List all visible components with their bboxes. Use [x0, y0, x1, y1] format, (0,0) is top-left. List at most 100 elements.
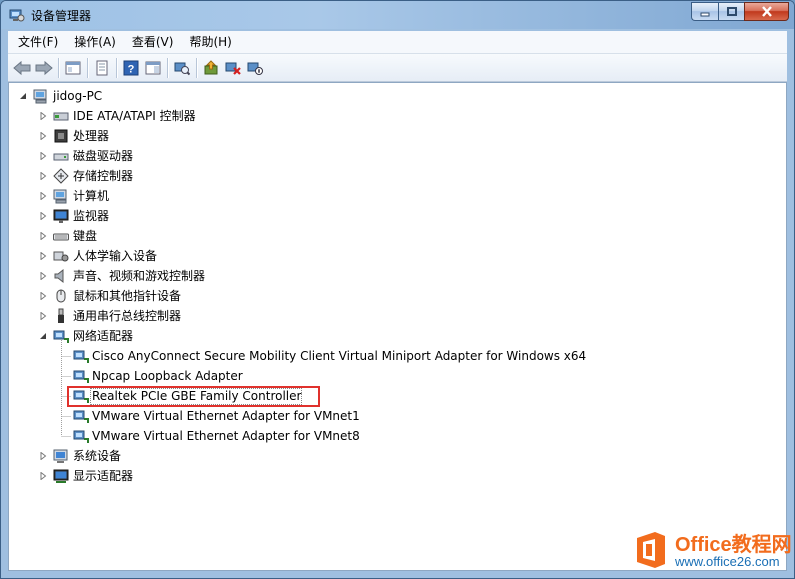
- minimize-icon: [700, 12, 710, 16]
- watermark: Office教程网 www.office26.com: [633, 528, 793, 573]
- properties-icon: [96, 60, 108, 75]
- tree-item-label: VMware Virtual Ethernet Adapter for VMne…: [92, 409, 360, 423]
- watermark-url: www.office26.com: [675, 554, 780, 569]
- tree-item-label: 网络适配器: [73, 329, 134, 343]
- device-manager-window: 设备管理器 文件(F) 操作(A) 查看(V) 帮助(H) ? jidog-PC…: [0, 0, 795, 579]
- uninstall-icon: [225, 62, 241, 75]
- office-logo-icon: [637, 532, 665, 568]
- network-adapter-icon: [73, 370, 89, 383]
- tree-item-label: Cisco AnyConnect Secure Mobility Client …: [92, 349, 587, 363]
- tree-item-label: 系统设备: [73, 449, 122, 463]
- collapsed-arrow-icon: [40, 112, 47, 120]
- device-manager-icon: [9, 9, 25, 22]
- collapsed-arrow-icon: [40, 192, 47, 200]
- network-adapter-icon: [53, 330, 69, 343]
- tree-item-label: 鼠标和其他指针设备: [73, 289, 182, 303]
- maximize-icon: [726, 6, 737, 16]
- scan-hardware-button[interactable]: [171, 57, 193, 79]
- display-adapter-icon: [53, 469, 69, 483]
- collapsed-arrow-icon: [40, 472, 47, 480]
- minimize-button[interactable]: [691, 2, 718, 21]
- maximize-button[interactable]: [718, 2, 744, 21]
- watermark-brand: Office教程网: [675, 534, 792, 556]
- close-icon: [761, 6, 772, 17]
- toolbar-separator: [58, 57, 59, 78]
- tree-item-label: 磁盘驱动器: [73, 149, 134, 163]
- menu-view[interactable]: 查看(V): [126, 31, 180, 53]
- menu-action[interactable]: 操作(A): [68, 31, 122, 53]
- menu-bar: 文件(F) 操作(A) 查看(V) 帮助(H): [8, 31, 787, 54]
- storage-controller-icon: [53, 168, 69, 184]
- toolbar: ?: [8, 54, 787, 82]
- back-arrow-icon: [13, 60, 31, 75]
- network-adapter-icon: [73, 410, 89, 423]
- window-title: 设备管理器: [31, 9, 92, 23]
- usb-icon: [58, 308, 64, 323]
- menu-file[interactable]: 文件(F): [12, 31, 64, 53]
- collapsed-arrow-icon: [40, 312, 47, 320]
- svg-text:?: ?: [128, 63, 135, 75]
- tree-item-label: 显示适配器: [73, 469, 134, 483]
- scan-hardware-icon: [174, 62, 190, 75]
- collapsed-arrow-icon: [40, 252, 47, 260]
- uninstall-button[interactable]: [222, 57, 244, 79]
- collapsed-arrow-icon: [40, 452, 47, 460]
- update-driver-icon: [204, 59, 218, 74]
- help-icon: ?: [123, 60, 139, 75]
- collapsed-arrow-icon: [40, 232, 47, 240]
- show-hide-console-tree-button[interactable]: [62, 57, 84, 79]
- toolbar-separator: [116, 57, 117, 78]
- forward-arrow-icon: [35, 60, 53, 75]
- toolbar-separator: [167, 57, 168, 78]
- toolbar-separator: [196, 57, 197, 78]
- collapsed-arrow-icon: [40, 172, 47, 180]
- highlight-box: [67, 386, 320, 407]
- tree-item-label: IDE ATA/ATAPI 控制器: [73, 109, 196, 123]
- update-driver-button[interactable]: [200, 57, 222, 79]
- properties-button[interactable]: [91, 57, 113, 79]
- device-tree[interactable]: jidog-PC IDE ATA/ATAPI 控制器 处理器 磁盘驱动器 存储控制器计…: [8, 82, 787, 571]
- back-button[interactable]: [11, 57, 33, 79]
- network-adapter-icon: [73, 350, 89, 363]
- keyboard-icon: [53, 233, 69, 241]
- tree-item-label: 通用串行总线控制器: [73, 309, 182, 323]
- ide-controller-icon: [53, 112, 69, 121]
- tree-item-label: VMware Virtual Ethernet Adapter for VMne…: [92, 429, 360, 443]
- computer-icon: [53, 189, 67, 204]
- caption-buttons: [691, 2, 789, 21]
- collapsed-arrow-icon: [40, 272, 47, 280]
- action-pane-icon: [145, 61, 161, 74]
- mouse-icon: [56, 289, 66, 303]
- hid-icon: [53, 251, 69, 262]
- tree-item-label: 计算机: [73, 189, 110, 203]
- forward-button[interactable]: [33, 57, 55, 79]
- help-button[interactable]: ?: [120, 57, 142, 79]
- monitor-icon: [53, 209, 69, 223]
- tree-item-label: 人体学输入设备: [73, 249, 158, 263]
- tree-item-label: 键盘: [73, 229, 98, 243]
- system-device-icon: [53, 449, 68, 463]
- console-tree-icon: [65, 61, 81, 74]
- computer-icon: [33, 89, 47, 104]
- collapsed-arrow-icon: [40, 292, 47, 300]
- collapsed-arrow-icon: [40, 212, 47, 220]
- action-pane-button[interactable]: [142, 57, 164, 79]
- collapsed-arrow-icon: [40, 152, 47, 160]
- tree-item-label: 存储控制器: [73, 169, 134, 183]
- disk-drive-icon: [53, 153, 69, 161]
- tree-root-label: jidog-PC: [53, 89, 103, 103]
- tree-item-label: 监视器: [73, 209, 110, 223]
- toolbar-separator: [87, 57, 88, 78]
- expanded-arrow-icon: [40, 333, 46, 339]
- tree-item-label: 声音、视频和游戏控制器: [73, 269, 206, 283]
- disable-button[interactable]: [244, 57, 266, 79]
- network-adapter-icon: [73, 430, 89, 443]
- close-button[interactable]: [744, 2, 789, 21]
- tree-item-label: Npcap Loopback Adapter: [92, 369, 243, 383]
- processor-icon: [54, 129, 68, 143]
- speaker-icon: [54, 268, 64, 284]
- menu-help[interactable]: 帮助(H): [183, 31, 237, 53]
- collapsed-arrow-icon: [40, 132, 47, 140]
- title-bar[interactable]: 设备管理器: [1, 1, 794, 29]
- expanded-arrow-icon: [20, 93, 26, 99]
